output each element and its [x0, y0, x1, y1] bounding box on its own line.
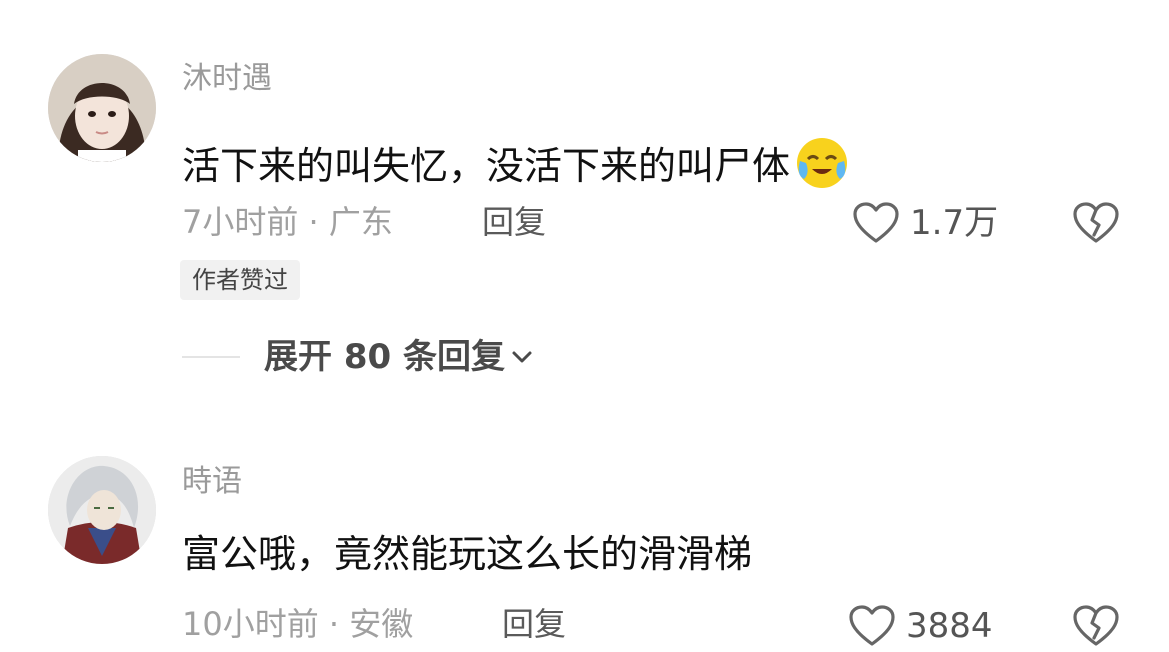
avatar-image: [48, 54, 156, 162]
comment-meta: 7小时前 · 广东: [182, 206, 393, 238]
reply-button[interactable]: 回复: [502, 608, 566, 640]
comment-text: 活下来的叫失忆，没活下来的叫尸体: [182, 144, 791, 188]
avatar[interactable]: [48, 456, 156, 564]
like-button[interactable]: 3884: [848, 604, 993, 648]
comment-text-row: 富公哦，竟然能玩这么长的滑滑梯: [182, 535, 752, 573]
dislike-button[interactable]: [1072, 201, 1120, 249]
avatar[interactable]: [48, 54, 156, 162]
chevron-down-icon: [512, 351, 532, 363]
username[interactable]: 時语: [182, 467, 242, 497]
divider-line: [182, 356, 240, 358]
comment-meta: 10小时前 · 安徽: [182, 608, 413, 640]
comment-item: 沐时遇 活下来的叫失忆，没活下来的叫尸体 7小时前 · 广东 回复 1.7万 作…: [0, 0, 1169, 400]
comment-text-row: 活下来的叫失忆，没活下来的叫尸体: [182, 133, 852, 199]
heart-outline-icon: [849, 605, 895, 646]
reply-button[interactable]: 回复: [482, 206, 546, 238]
comment-item: 時语 富公哦，竟然能玩这么长的滑滑梯 10小时前 · 安徽 回复 3884: [0, 440, 1169, 652]
broken-heart-icon: [1073, 605, 1119, 646]
expand-replies-button[interactable]: 展开 80 条回复: [182, 340, 533, 374]
like-button[interactable]: 1.7万: [852, 201, 998, 245]
username[interactable]: 沐时遇: [182, 64, 272, 94]
crying-laughing-emoji-icon: [792, 133, 852, 199]
avatar-image: [48, 456, 156, 564]
expand-replies-label: 展开 80 条回复: [264, 337, 505, 377]
comment-time: 7小时前: [182, 203, 299, 241]
broken-heart-icon: [1073, 202, 1119, 243]
comment-text: 富公哦，竟然能玩这么长的滑滑梯: [182, 532, 753, 576]
meta-separator: ·: [318, 605, 350, 643]
meta-separator: ·: [298, 203, 329, 241]
comment-location: 安徽: [349, 605, 414, 643]
author-liked-badge: 作者赞过: [180, 260, 300, 300]
comment-location: 广东: [328, 203, 393, 241]
like-count: 3884: [906, 606, 993, 646]
comment-time: 10小时前: [182, 605, 319, 643]
dislike-button[interactable]: [1072, 604, 1120, 652]
like-count: 1.7万: [910, 203, 999, 243]
heart-outline-icon: [853, 202, 899, 243]
